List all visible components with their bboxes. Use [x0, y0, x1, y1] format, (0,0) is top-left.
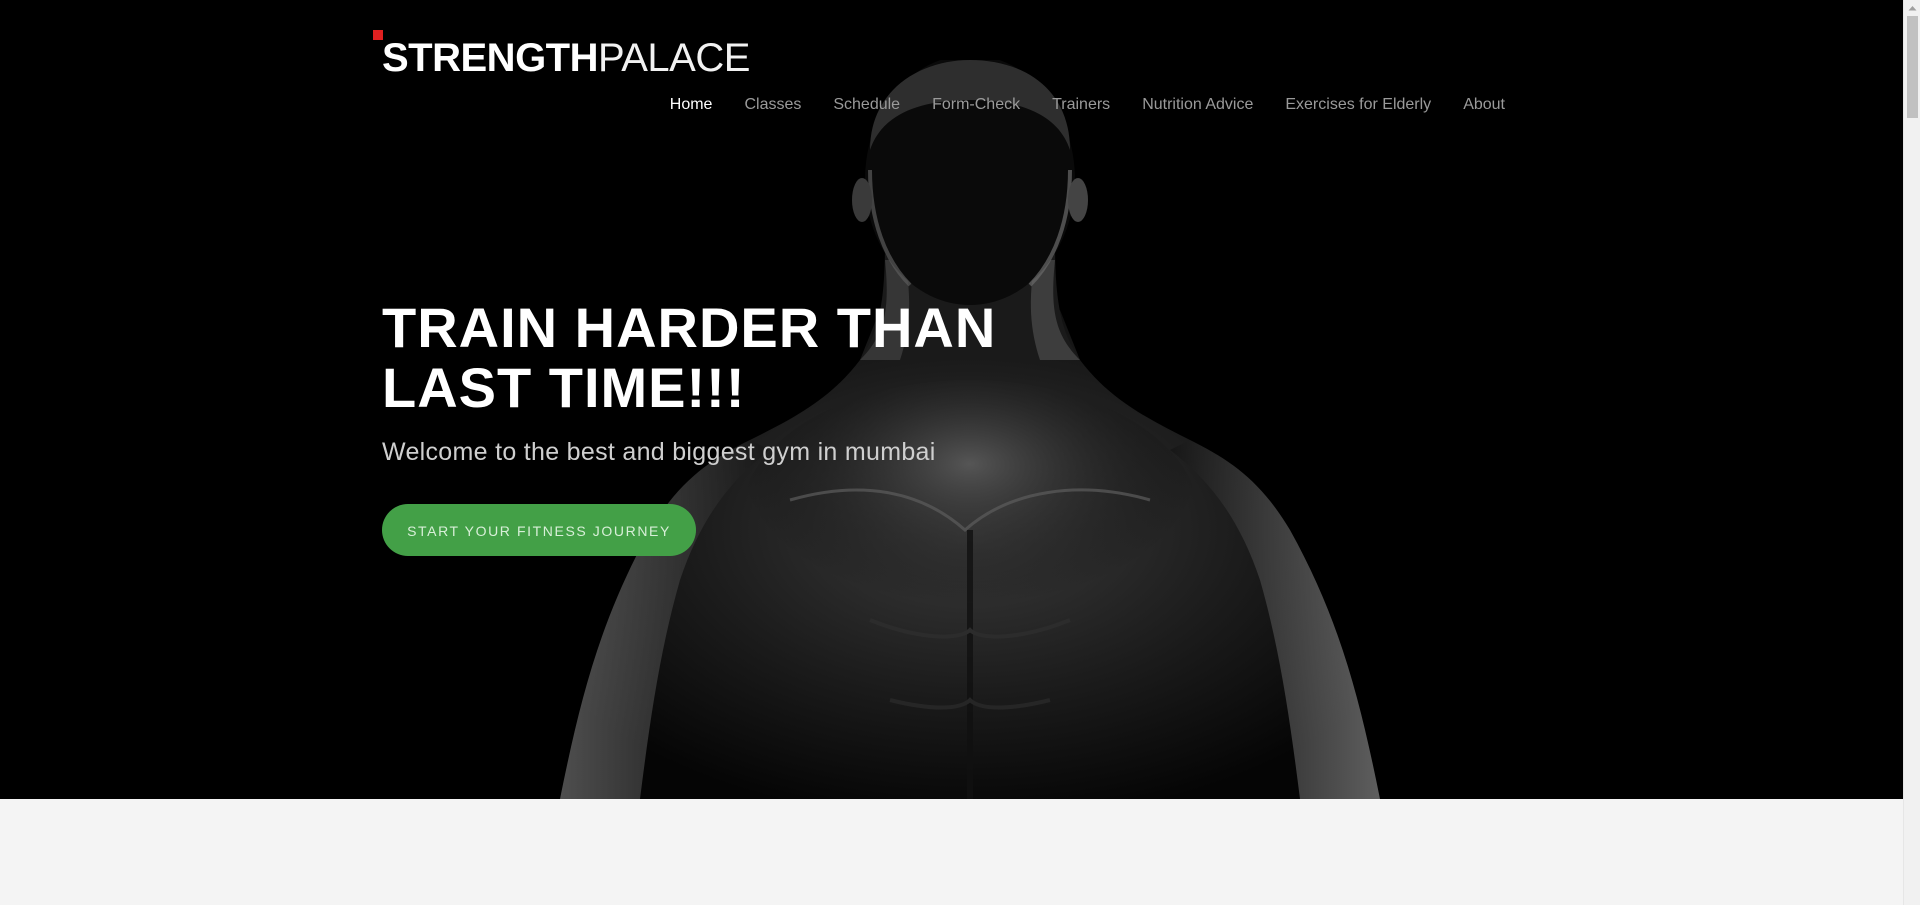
hero-title: TRAIN HARDER THAN LAST TIME!!!: [382, 296, 997, 419]
hero-subtitle: Welcome to the best and biggest gym in m…: [382, 438, 936, 466]
nav-item-about[interactable]: About: [1463, 96, 1505, 114]
nav-item-form-check[interactable]: Form-Check: [932, 96, 1020, 114]
nav-item-trainers[interactable]: Trainers: [1052, 96, 1110, 114]
main-nav: Home Classes Schedule Form-Check Trainer…: [638, 96, 1505, 114]
logo-text-light: PALACE: [598, 36, 750, 80]
site-header: STRENGTHPALACE Home Classes Schedule For…: [0, 0, 1903, 130]
logo-accent-square: [373, 30, 383, 40]
page: STRENGTHPALACE Home Classes Schedule For…: [0, 0, 1903, 905]
scroll-up-arrow-icon[interactable]: [1904, 0, 1920, 15]
nav-item-schedule[interactable]: Schedule: [833, 96, 900, 114]
site-logo[interactable]: STRENGTHPALACE: [373, 30, 750, 80]
logo-text: STRENGTHPALACE: [382, 36, 750, 80]
hero-section: STRENGTHPALACE Home Classes Schedule For…: [0, 0, 1903, 799]
nav-item-exercises-for-elderly[interactable]: Exercises for Elderly: [1285, 96, 1431, 114]
nav-item-nutrition-advice[interactable]: Nutrition Advice: [1142, 96, 1253, 114]
page-scrollbar[interactable]: [1903, 0, 1920, 905]
scrollbar-thumb[interactable]: [1907, 16, 1918, 118]
logo-text-bold: STRENGTH: [382, 36, 599, 80]
nav-item-home[interactable]: Home: [670, 96, 713, 114]
start-journey-button[interactable]: START YOUR FITNESS JOURNEY: [382, 504, 696, 556]
nav-item-classes[interactable]: Classes: [744, 96, 801, 114]
hero-content: TRAIN HARDER THAN LAST TIME!!! Welcome t…: [382, 298, 1082, 556]
